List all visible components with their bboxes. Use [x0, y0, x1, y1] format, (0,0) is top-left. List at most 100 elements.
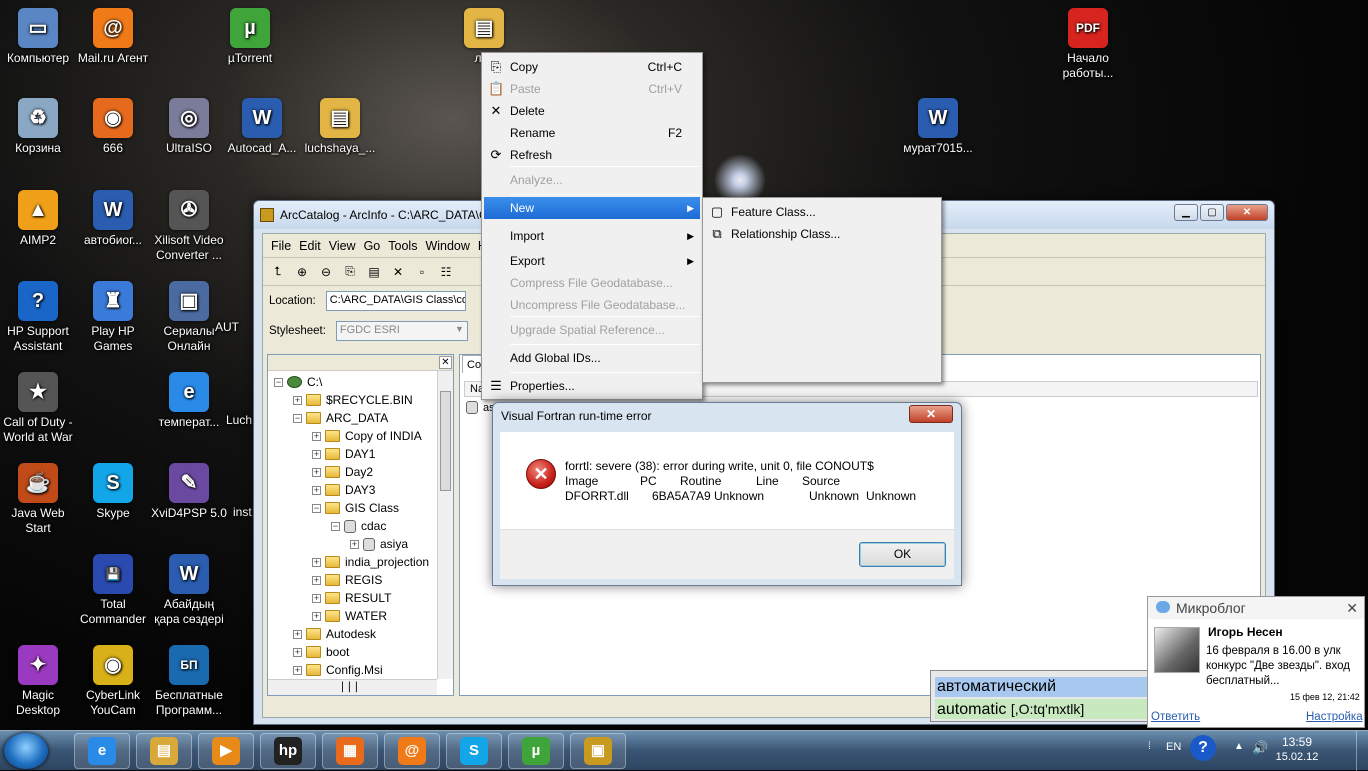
desktop-icon[interactable]: W Autocad_A...: [224, 98, 300, 156]
desktop-icon[interactable]: ▲ AIMP2: [0, 190, 76, 248]
expand-icon[interactable]: +: [312, 575, 321, 585]
close-icon[interactable]: ✕: [1346, 597, 1358, 619]
tree-item[interactable]: + Config.Msi: [293, 661, 383, 679]
desktop-icon[interactable]: ♜ Play HP Games: [75, 281, 151, 354]
context-menu-item[interactable]: ⎘ Copy Ctrl+C: [484, 56, 700, 78]
tree-item[interactable]: + india_projection: [312, 553, 429, 571]
stylesheet-select[interactable]: FGDC ESRI ▼: [335, 321, 468, 341]
collapse-icon[interactable]: −: [331, 521, 340, 531]
menu-item[interactable]: Tools: [384, 239, 421, 253]
context-menu-item[interactable]: ✕ Delete: [484, 100, 700, 122]
tree-item[interactable]: − GIS Class: [312, 499, 399, 517]
desktop-icon[interactable]: ✎ XviD4PSP 5.0: [151, 463, 227, 521]
taskbar-button[interactable]: hp: [260, 733, 316, 769]
connect-folder-icon[interactable]: ⊕: [293, 263, 311, 281]
location-input[interactable]: C:\ARC_DATA\GIS Class\cd: [325, 291, 466, 311]
close-button[interactable]: ✕: [1226, 204, 1268, 221]
tree-item[interactable]: + RESULT: [312, 589, 391, 607]
context-menu-item[interactable]: Import ▶: [484, 225, 700, 247]
disconnect-folder-icon[interactable]: ⊖: [317, 263, 335, 281]
expand-icon[interactable]: +: [312, 557, 321, 567]
tree-item[interactable]: + Day2: [312, 463, 373, 481]
context-menu-item[interactable]: Add Global IDs...: [484, 347, 700, 369]
volume-icon[interactable]: 🔊: [1252, 740, 1268, 756]
tree-item[interactable]: − cdac: [331, 517, 386, 535]
menu-item[interactable]: View: [325, 239, 360, 253]
expand-icon[interactable]: +: [312, 593, 321, 603]
context-menu-item[interactable]: Export ▶: [484, 250, 700, 272]
taskbar-button[interactable]: ▤: [136, 733, 192, 769]
desktop-icon[interactable]: ♻ Корзина: [0, 98, 76, 156]
show-hidden-icons-icon[interactable]: ⁞: [1148, 741, 1151, 752]
expand-icon[interactable]: +: [312, 467, 321, 477]
taskbar-button[interactable]: ▶: [198, 733, 254, 769]
maximize-button[interactable]: ▢: [1200, 204, 1224, 221]
desktop-icon[interactable]: S Skype: [75, 463, 151, 521]
start-button[interactable]: [4, 733, 48, 769]
expand-icon[interactable]: +: [293, 647, 302, 657]
contents-item[interactable]: as: [466, 401, 495, 414]
menu-item[interactable]: Edit: [295, 239, 325, 253]
reply-link[interactable]: Ответить: [1151, 710, 1200, 725]
tree-item[interactable]: + asiya: [350, 535, 408, 553]
collapse-icon[interactable]: −: [274, 377, 283, 387]
context-menu-item[interactable]: New ▶: [484, 197, 700, 219]
expand-icon[interactable]: +: [312, 449, 321, 459]
expand-icon[interactable]: +: [293, 629, 302, 639]
large-icons-icon[interactable]: ▫: [413, 263, 431, 281]
desktop-icon[interactable]: БП Бесплатные Программ...: [151, 645, 227, 718]
desktop-icon[interactable]: µ µTorrent: [212, 8, 288, 66]
desktop-icon[interactable]: @ Mail.ru Агент: [75, 8, 151, 66]
desktop-icon[interactable]: ✦ Magic Desktop: [0, 645, 76, 718]
context-menu-item[interactable]: Rename F2: [484, 122, 700, 144]
tree-horizontal-scrollbar[interactable]: ▏▏▏: [268, 679, 437, 695]
tree-item[interactable]: + REGIS: [312, 571, 382, 589]
dialog-close-button[interactable]: ✕: [909, 405, 953, 423]
expand-icon[interactable]: +: [293, 665, 302, 675]
scrollbar-thumb[interactable]: [440, 391, 451, 491]
desktop-icon[interactable]: ◉ CyberLink YouCam: [75, 645, 151, 718]
close-tree-icon[interactable]: ✕: [439, 356, 452, 369]
minimize-button[interactable]: ▁: [1174, 204, 1198, 221]
desktop-icon[interactable]: ☕ Java Web Start: [0, 463, 76, 536]
desktop-icon[interactable]: ▤ luchshaya_...: [302, 98, 378, 156]
list-icon[interactable]: ☷: [437, 263, 455, 281]
tree-item[interactable]: + Copy of INDIA: [312, 427, 422, 445]
avatar[interactable]: [1154, 627, 1200, 673]
desktop-icon[interactable]: ◎ UltraISO: [151, 98, 227, 156]
expand-icon[interactable]: +: [312, 611, 321, 621]
catalog-tree[interactable]: ✕ − C:\ + $RECYCLE.BIN − ARC_DATA + Copy of IND…: [267, 354, 454, 696]
desktop-icon[interactable]: 💾 Total Commander: [75, 554, 151, 627]
expand-icon[interactable]: +: [293, 395, 302, 405]
desktop-icon[interactable]: W Абайдың қара сөздері: [151, 554, 227, 627]
ok-button[interactable]: OK: [859, 542, 946, 567]
settings-link[interactable]: Настройка: [1306, 710, 1363, 725]
collapse-icon[interactable]: −: [312, 503, 321, 513]
clock-time[interactable]: 13:59: [1275, 735, 1319, 749]
desktop-icon[interactable]: ▭ Компьютер: [0, 8, 76, 66]
language-indicator[interactable]: EN: [1166, 741, 1181, 753]
taskbar-button[interactable]: ▦: [322, 733, 378, 769]
tree-item[interactable]: + boot: [293, 643, 349, 661]
context-menu-item[interactable]: ☰ Properties...: [484, 375, 700, 397]
collapse-icon[interactable]: −: [293, 413, 302, 423]
desktop-icon[interactable]: Wавтобиог...: [75, 190, 151, 248]
expand-icon[interactable]: +: [312, 485, 321, 495]
up-one-level-icon[interactable]: ⮤: [269, 263, 287, 281]
context-menu-item[interactable]: ⟳ Refresh: [484, 144, 700, 166]
tree-item[interactable]: + DAY1: [312, 445, 375, 463]
submenu-item[interactable]: ▢ Feature Class...: [705, 201, 939, 223]
post-author[interactable]: Игорь Несен: [1208, 625, 1283, 640]
menu-item[interactable]: Window: [421, 239, 473, 253]
show-desktop-button[interactable]: [1356, 731, 1368, 771]
desktop-icon[interactable]: ? HP Support Assistant: [0, 281, 76, 354]
desktop-icon[interactable]: ★ Call of Duty - World at War: [0, 372, 76, 445]
tree-item[interactable]: + DAY3: [312, 481, 375, 499]
tree-vertical-scrollbar[interactable]: [437, 371, 453, 679]
desktop-icon[interactable]: ◉ 666: [75, 98, 151, 156]
desktop-icon[interactable]: Wмурат7015...: [900, 98, 976, 156]
submenu-item[interactable]: ⧉ Relationship Class...: [705, 223, 939, 245]
taskbar-button[interactable]: S: [446, 733, 502, 769]
expand-icon[interactable]: +: [350, 539, 359, 549]
expand-icon[interactable]: +: [312, 431, 321, 441]
